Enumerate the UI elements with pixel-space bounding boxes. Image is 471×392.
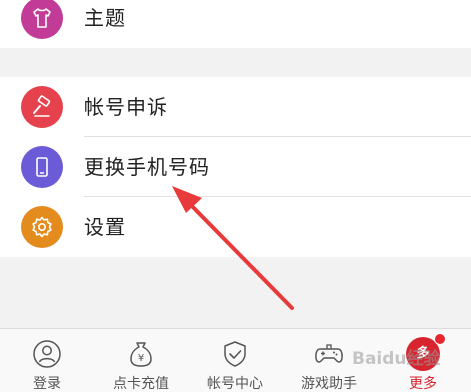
screen: ⌘⌘ 主题 帐号申诉	[0, 0, 471, 392]
menu-item-settings[interactable]: 设置	[0, 197, 471, 257]
tab-label: 游戏助手	[301, 376, 357, 392]
tshirt-icon	[21, 0, 63, 39]
tab-recharge[interactable]: ¥ 点卡充值	[94, 329, 188, 392]
gamepad-icon	[315, 344, 343, 363]
tab-login[interactable]: 登录	[0, 329, 94, 392]
gavel-icon	[21, 86, 63, 128]
phone-icon	[21, 146, 63, 188]
menu-item-label: 更换手机号码	[84, 155, 210, 179]
watermark-text: Baidu经验	[352, 349, 441, 369]
tab-label: 点卡充值	[113, 376, 169, 392]
shield-check-icon	[224, 341, 246, 367]
menu-item-label: 主题	[84, 6, 126, 30]
money-bag-icon: ¥	[130, 342, 152, 367]
menu-item-theme[interactable]: 主题	[0, 0, 471, 48]
svg-text:¥: ¥	[138, 353, 144, 364]
menu-item-account-appeal[interactable]: 帐号申诉	[0, 77, 471, 137]
tab-label: 更多	[409, 376, 437, 392]
user-icon	[33, 340, 61, 368]
gear-icon	[21, 206, 63, 248]
menu-group-top: 主题	[0, 0, 471, 48]
menu-item-label: 帐号申诉	[84, 95, 168, 119]
menu-item-label: 设置	[84, 215, 126, 239]
tab-account-center[interactable]: 帐号中心	[188, 329, 282, 392]
menu-item-change-phone[interactable]: 更换手机号码	[0, 137, 471, 197]
tab-label: 帐号中心	[207, 376, 263, 392]
menu-group-main: 帐号申诉 更换手机号码 设置	[0, 77, 471, 257]
tab-label: 登录	[33, 376, 61, 392]
